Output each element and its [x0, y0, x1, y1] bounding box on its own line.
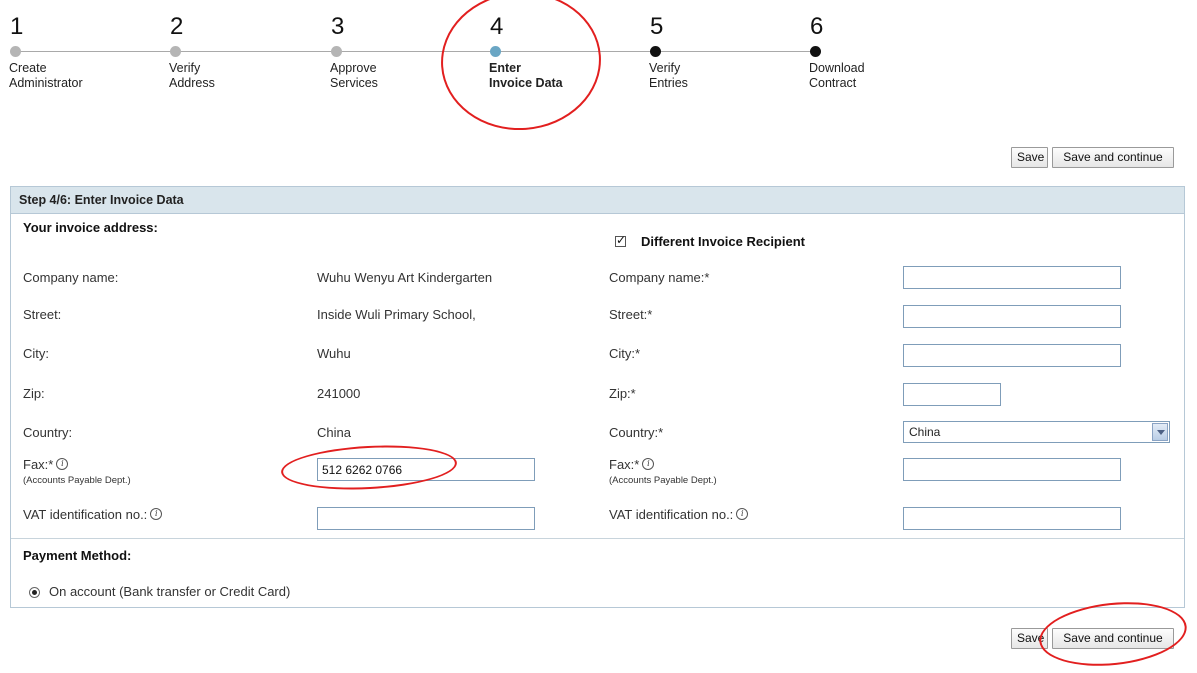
company-name-value: Wuhu Wenyu Art Kindergarten: [317, 270, 493, 285]
step-label: Verify Entries: [649, 61, 688, 90]
recipient-fax-label: Fax:* i: [609, 457, 655, 472]
step-dot: [810, 46, 821, 57]
annotation-circle-step4: [436, 0, 606, 136]
recipient-country-select[interactable]: China: [903, 421, 1170, 443]
recipient-fax-sublabel: (Accounts Payable Dept.): [609, 475, 717, 486]
different-recipient-label: Different Invoice Recipient: [641, 234, 805, 249]
step-dot: [10, 46, 21, 57]
info-icon[interactable]: i: [642, 458, 655, 470]
chevron-down-icon[interactable]: [1152, 423, 1168, 441]
step-label: Verify Address: [169, 61, 215, 90]
step-6: 6 Download Contract: [809, 13, 940, 91]
city-value: Wuhu: [317, 346, 351, 361]
recipient-zip-label: Zip:*: [609, 386, 636, 401]
company-name-label: Company name:: [23, 270, 119, 285]
step-3: 3 Approve Services: [330, 13, 461, 91]
info-icon[interactable]: i: [56, 458, 69, 470]
zip-value: 241000: [317, 386, 361, 401]
step-number: 1: [10, 13, 24, 40]
info-icon[interactable]: i: [150, 508, 163, 520]
payment-option-label: On account (Bank transfer or Credit Card…: [49, 584, 291, 599]
step-dot: [170, 46, 181, 57]
different-recipient-checkbox[interactable]: [615, 233, 626, 247]
recipient-fax-label-text: Fax:*: [609, 457, 640, 472]
street-label: Street:: [23, 307, 62, 322]
step-number: 5: [650, 13, 664, 40]
fax-sublabel: (Accounts Payable Dept.): [23, 475, 131, 486]
step-label: Create Administrator: [9, 61, 83, 90]
invoice-panel: Step 4/6: Enter Invoice Data Your invoic…: [10, 186, 1185, 608]
payment-method-heading: Payment Method:: [23, 548, 132, 563]
recipient-company-input[interactable]: [903, 266, 1121, 289]
recipient-street-label: Street:*: [609, 307, 653, 322]
step-2: 2 Verify Address: [169, 13, 300, 91]
step-number: 2: [170, 13, 184, 40]
payment-radio[interactable]: [29, 587, 40, 598]
fax-label-text: Fax:*: [23, 457, 54, 472]
fax-label: Fax:* i: [23, 457, 69, 472]
invoice-address-heading: Your invoice address:: [23, 220, 158, 235]
recipient-vat-input[interactable]: [903, 507, 1121, 530]
step-5: 5 Verify Entries: [649, 13, 780, 91]
recipient-country-label: Country:*: [609, 425, 664, 440]
recipient-city-input[interactable]: [903, 344, 1121, 367]
step-dot: [650, 46, 661, 57]
vat-label: VAT identification no.: i: [23, 507, 163, 522]
recipient-street-input[interactable]: [903, 305, 1121, 328]
step-number: 6: [810, 13, 824, 40]
recipient-zip-input[interactable]: [903, 383, 1001, 406]
panel-title: Step 4/6: Enter Invoice Data: [11, 187, 1184, 214]
step-dot: [331, 46, 342, 57]
recipient-company-label: Company name:*: [609, 270, 710, 285]
recipient-vat-label: VAT identification no.: i: [609, 507, 749, 522]
save-and-continue-button-top[interactable]: Save and continue: [1052, 147, 1174, 168]
recipient-city-label: City:*: [609, 346, 641, 361]
divider: [11, 538, 1184, 539]
step-1: 1 Create Administrator: [9, 13, 140, 91]
save-button-top[interactable]: Save: [1011, 147, 1048, 168]
recipient-fax-input[interactable]: [903, 458, 1121, 481]
vat-label-text: VAT identification no.:: [23, 507, 148, 522]
street-value: Inside Wuli Primary School,: [317, 307, 476, 322]
recipient-country-selected: China: [909, 425, 941, 439]
recipient-vat-label-text: VAT identification no.:: [609, 507, 734, 522]
step-label: Download Contract: [809, 61, 865, 90]
step-number: 3: [331, 13, 345, 40]
step-label: Approve Services: [330, 61, 378, 90]
info-icon[interactable]: i: [736, 508, 749, 520]
country-value: China: [317, 425, 351, 440]
city-label: City:: [23, 346, 49, 361]
progress-line: [13, 51, 816, 52]
vat-input[interactable]: [317, 507, 535, 530]
zip-label: Zip:: [23, 386, 45, 401]
country-label: Country:: [23, 425, 73, 440]
